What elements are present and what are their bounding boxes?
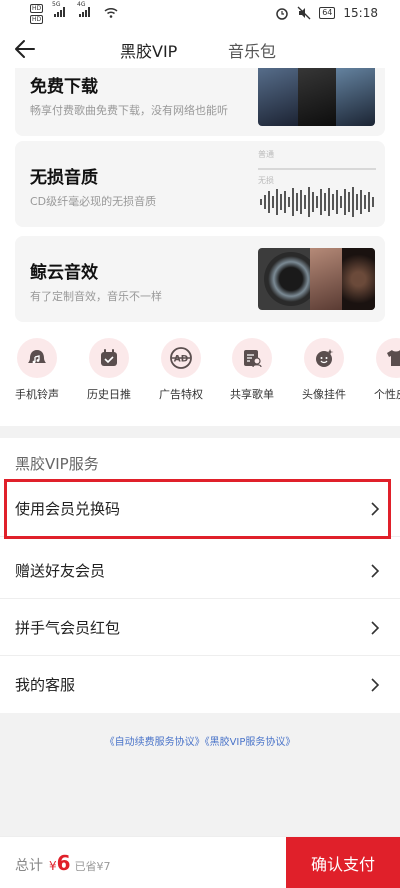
perk-history-daily[interactable]: 历史日推 [73,338,145,402]
waveform-graphic [258,168,376,217]
feature-card-download: 免费下载 畅享付费歌曲免费下载，没有网络也能听 [15,68,385,136]
price-value: 6 [56,851,71,875]
section-divider [0,426,400,438]
tab-music-package[interactable]: 音乐包 [228,38,276,62]
agreement-links: 《自动续费服务协议》《黑胶VIP服务协议》 [0,733,400,748]
status-right: 64 15:18 [275,6,378,20]
mute-icon [297,6,311,20]
highlight-box [4,479,391,539]
main-content: 免费下载 畅享付费歌曲免费下载，没有网络也能听 无损音质 CD级纤毫必现的无损音… [0,68,400,836]
menu-lucky-red-packet[interactable]: 拼手气会员红包 [0,600,400,656]
agreement-section: 《自动续费服务协议》《黑胶VIP服务协议》 [0,713,400,836]
perk-ringtone[interactable]: 手机铃声 [1,338,73,402]
total-label: 总计 [15,858,43,874]
menu-label: 拼手气会员红包 [15,619,121,637]
perk-label: 头像挂件 [302,388,346,401]
currency-symbol: ¥ [49,859,57,873]
chevron-right-icon [371,678,380,692]
tshirt-icon [376,338,400,378]
hd-badge-1: HD [30,4,44,13]
sim-indicators: HD HD [30,4,44,24]
status-bar: HD HD 5G 4G 64 15:18 [0,0,400,30]
alarm-icon [276,8,288,20]
checkout-bar: 总计 ¥ 6 已省¥7 确认支付 [0,836,400,888]
wifi-icon [104,7,118,18]
menu-label: 我的客服 [15,676,76,694]
sound-effect-image [258,248,375,310]
avatar-pendant-icon [304,338,344,378]
auto-renew-agreement-link[interactable]: 《自动续费服务协议》 [105,737,205,748]
perk-label: 历史日推 [87,388,131,401]
feature-title: 鲸云音效 [30,263,98,283]
feature-card-lossless: 无损音质 CD级纤毫必现的无损音质 普通 无损 [15,141,385,227]
battery-icon: 64 [319,7,336,19]
perk-shared-playlist[interactable]: 共享歌单 [216,338,288,402]
perks-row: 手机铃声 历史日推 AD 广告特权 共享歌单 头像挂件 个性 [0,338,400,418]
ad-free-icon: AD [161,338,201,378]
perk-label: 个性皮肤 [374,388,400,401]
signal-icon [54,7,65,17]
menu-gift-membership[interactable]: 赠送好友会员 [0,543,400,599]
hd-badge-2: HD [30,15,44,24]
signal-icon [79,7,90,17]
network-type-2: 4G [77,1,86,8]
perk-label: 广告特权 [159,388,203,401]
menu-label: 赠送好友会员 [15,562,106,580]
vip-service-agreement-link[interactable]: 《黑胶VIP服务协议》 [205,737,296,748]
ringtone-icon [17,338,57,378]
album-covers-image [258,68,375,126]
confirm-pay-button[interactable]: 确认支付 [286,837,400,888]
shared-playlist-icon [232,338,272,378]
wave-label-normal: 普通 [258,150,274,159]
menu-customer-service[interactable]: 我的客服 [0,657,400,713]
perk-label: 共享歌单 [230,388,274,401]
feature-desc: CD级纤毫必现的无损音质 [30,195,157,208]
perk-avatar-pendant[interactable]: 头像挂件 [288,338,360,402]
chevron-right-icon [371,564,380,578]
perk-skin[interactable]: 个性皮肤 [360,338,400,402]
signal-icons: 5G 4G [52,1,118,18]
network-type-1: 5G [52,1,61,8]
clock: 15:18 [343,6,378,20]
svg-text:AD: AD [174,355,188,365]
feature-desc: 有了定制音效，音乐不一样 [30,290,162,303]
perk-label: 手机铃声 [15,388,59,401]
feature-title: 免费下载 [30,77,98,97]
chevron-right-icon [371,621,380,635]
feature-desc: 畅享付费歌曲免费下载，没有网络也能听 [30,104,228,117]
feature-card-sound-effect: 鲸云音效 有了定制音效，音乐不一样 [15,236,385,322]
perk-ad-free[interactable]: AD 广告特权 [145,338,217,402]
back-arrow-icon[interactable] [12,36,38,62]
nav-bar: 黑胶VIP 音乐包 [0,30,400,68]
saved-amount: 已省¥7 [74,860,111,873]
calendar-icon [89,338,129,378]
services-title: 黑胶VIP服务 [15,455,99,473]
total-price: 总计 ¥ 6 已省¥7 [15,851,111,875]
feature-title: 无损音质 [30,168,98,188]
tab-vinyl-vip[interactable]: 黑胶VIP [120,38,177,62]
